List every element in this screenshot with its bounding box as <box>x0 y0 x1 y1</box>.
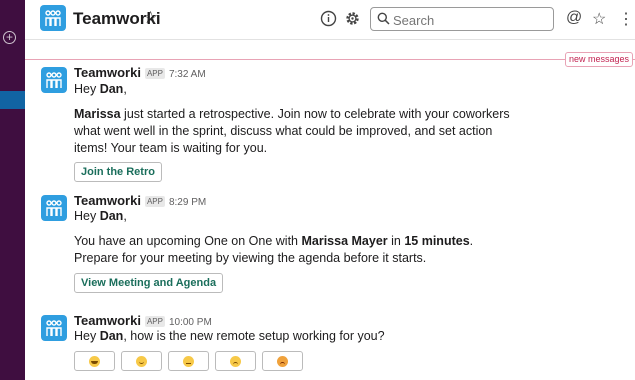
view-meeting-button[interactable]: View Meeting and Agenda <box>74 273 224 293</box>
search-input[interactable]: Search <box>370 7 554 31</box>
teamworki-avatar-icon <box>41 315 67 341</box>
new-messages-divider <box>25 59 635 60</box>
saved-items-star-icon[interactable]: ☆ <box>592 9 606 29</box>
timestamp[interactable]: 7:32 AM <box>169 69 206 80</box>
greeting-name: Dan <box>99 209 124 223</box>
timestamp[interactable]: 10:00 PM <box>169 317 212 328</box>
app-badge: APP <box>144 196 165 207</box>
join-retro-button[interactable]: Join the Retro <box>74 162 162 182</box>
gear-icon[interactable] <box>344 10 362 28</box>
teamworki-logo-icon <box>40 5 66 31</box>
timestamp[interactable]: 8:29 PM <box>169 197 206 208</box>
mention-name: Marissa <box>74 107 121 121</box>
message-body-text: You have an upcoming One on One with <box>74 234 302 248</box>
grinning-face-button[interactable] <box>74 351 115 371</box>
search-placeholder: Search <box>393 13 435 28</box>
neutral-face-button[interactable] <box>168 351 209 371</box>
app-badge: APP <box>144 68 165 79</box>
slightly-smiling-face-button[interactable] <box>121 351 162 371</box>
greeting-text: , <box>123 209 127 223</box>
sidebar-active-item[interactable] <box>0 91 25 109</box>
sender-name[interactable]: Teamworki <box>74 313 141 328</box>
message-greeting: Hey Dan, <box>74 208 514 225</box>
search-icon <box>377 12 390 30</box>
teamworki-avatar-icon <box>41 195 67 221</box>
sender-name[interactable]: Teamworki <box>74 65 141 80</box>
time-emphasis: 15 minutes <box>404 234 470 248</box>
mentions-icon[interactable]: @ <box>566 9 582 27</box>
message-header: Teamworki APP 7:32 AM <box>74 65 206 80</box>
message-header: Teamworki APP 10:00 PM <box>74 313 212 328</box>
channel-header: Teamworki ☆ Search @ ☆ ⋮ <box>25 0 635 40</box>
info-icon[interactable] <box>320 10 338 28</box>
greeting-name: Dan <box>99 82 124 96</box>
message-header: Teamworki APP 8:29 PM <box>74 193 206 208</box>
greeting-text: Hey <box>74 82 100 96</box>
sender-name[interactable]: Teamworki <box>74 193 141 208</box>
slightly-frowning-face-icon <box>230 355 241 367</box>
angry-face-icon <box>277 355 288 367</box>
message-body-text: in <box>387 234 405 248</box>
neutral-face-icon <box>183 355 194 367</box>
app-badge: APP <box>144 316 165 327</box>
new-messages-badge: new messages <box>564 52 633 67</box>
more-options-icon[interactable]: ⋮ <box>618 9 634 29</box>
star-icon[interactable]: ☆ <box>143 8 158 28</box>
mention-name: Marissa Mayer <box>301 234 388 248</box>
teamworki-avatar-icon <box>41 67 67 93</box>
message-text: Hey Dan, how is the new remote setup wor… <box>74 328 514 345</box>
message-text: Marissa just started a retrospective. Jo… <box>74 106 514 157</box>
greeting-text: Hey <box>74 209 100 223</box>
angry-face-button[interactable] <box>262 351 303 371</box>
slightly-smiling-face-icon <box>136 355 147 367</box>
message-text: You have an upcoming One on One with Mar… <box>74 233 514 267</box>
add-workspace-icon[interactable]: + <box>3 31 16 44</box>
reaction-buttons <box>74 351 314 373</box>
slightly-frowning-face-button[interactable] <box>215 351 256 371</box>
message-body-text: , how is the new remote setup working fo… <box>123 329 385 343</box>
greeting-text: Hey <box>74 329 100 343</box>
message-greeting: Hey Dan, <box>74 81 514 98</box>
workspace-sidebar: + <box>0 0 25 380</box>
grinning-face-icon <box>89 355 100 367</box>
message-body-text: just started a retrospective. Join now t… <box>74 107 510 155</box>
greeting-text: , <box>123 82 127 96</box>
greeting-name: Dan <box>99 329 124 343</box>
